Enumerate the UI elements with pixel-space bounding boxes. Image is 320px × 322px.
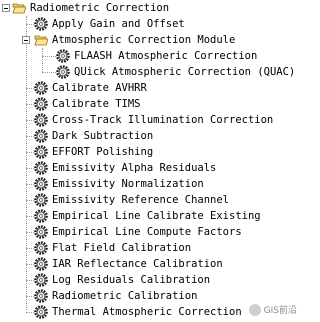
tree-branch-line	[26, 88, 34, 89]
tree-branch-line	[26, 168, 34, 169]
gear-icon	[34, 209, 48, 223]
tree-item-label: Dark Subtraction	[52, 130, 154, 142]
tree-item-label: Radiometric Calibration	[52, 290, 198, 302]
tree-item-flaash-atmospheric-correction[interactable]: FLAASH Atmospheric Correction	[56, 48, 257, 64]
tree-item-label: Empirical Line Calibrate Existing	[52, 210, 261, 222]
tree-item-label: Emissivity Normalization	[52, 178, 204, 190]
tree-item-label: Radiometric Correction	[30, 2, 170, 14]
tree-item-empirical-line-compute-factors[interactable]: Empirical Line Compute Factors	[34, 224, 242, 240]
tree-branch-line	[26, 264, 34, 265]
atmospheric-module-collapse-toggle[interactable]	[22, 36, 30, 44]
tree-item-label: Cross-Track Illumination Correction	[52, 114, 274, 126]
tree-item-calibrate-avhrr[interactable]: Calibrate AVHRR	[34, 80, 147, 96]
tree-item-quick-atmospheric-correction[interactable]: QUick Atmospheric Correction (QUAC)	[56, 64, 295, 80]
tree-item-label: Calibrate AVHRR	[52, 82, 147, 94]
folder-open-icon	[34, 35, 48, 46]
tree-branch-line	[26, 184, 34, 185]
tree-item-label: Emissivity Reference Channel	[52, 194, 230, 206]
tree-item-iar-reflectance-calibration[interactable]: IAR Reflectance Calibration	[34, 256, 223, 272]
gear-icon	[34, 113, 48, 127]
gear-icon	[34, 289, 48, 303]
gear-icon	[34, 225, 48, 239]
tree-branch-line	[26, 24, 34, 25]
gear-icon	[56, 65, 70, 79]
tree-branch-line	[26, 136, 34, 137]
tree-item-atmospheric-correction-module[interactable]: Atmospheric Correction Module	[34, 32, 235, 48]
gear-icon	[34, 257, 48, 271]
tree-item-label: Atmospheric Correction Module	[52, 34, 236, 46]
tree-item-flat-field-calibration[interactable]: Flat Field Calibration	[34, 240, 191, 256]
folder-open-icon	[12, 3, 26, 14]
tree-item-label: QUick Atmospheric Correction (QUAC)	[74, 66, 296, 78]
watermark-text: GIS前沿	[263, 306, 297, 316]
tree-branch-line	[42, 56, 56, 57]
tree-item-label: Thermal Atmospheric Correction	[52, 306, 242, 318]
tree-item-thermal-atmospheric-correction[interactable]: Thermal Atmospheric Correction	[34, 304, 242, 320]
tree-item-label: Apply Gain and Offset	[52, 18, 185, 30]
tree-item-effort-polishing[interactable]: EFFORT Polishing	[34, 144, 153, 160]
gear-icon	[34, 241, 48, 255]
tree-item-emissivity-normalization[interactable]: Emissivity Normalization	[34, 176, 204, 192]
tree-item-label: IAR Reflectance Calibration	[52, 258, 223, 270]
wechat-logo-icon	[248, 303, 261, 316]
tree-guide-line	[42, 48, 43, 72]
gear-icon	[34, 305, 48, 319]
tree-branch-line	[26, 312, 34, 313]
gear-icon	[56, 49, 70, 63]
tree-item-calibrate-tims[interactable]: Calibrate TIMS	[34, 96, 141, 112]
gear-icon	[34, 273, 48, 287]
tree-item-label: Empirical Line Compute Factors	[52, 226, 242, 238]
watermark: GIS前沿	[248, 303, 297, 316]
tree-item-log-residuals-calibration[interactable]: Log Residuals Calibration	[34, 272, 210, 288]
gear-icon	[34, 17, 48, 31]
tree-branch-line	[26, 232, 34, 233]
tree-item-label: Emissivity Alpha Residuals	[52, 162, 217, 174]
gear-icon	[34, 177, 48, 191]
tree-item-radiometric-correction[interactable]: Radiometric Correction	[12, 0, 169, 16]
gear-icon	[34, 97, 48, 111]
gear-icon	[34, 145, 48, 159]
tree-branch-line	[26, 120, 34, 121]
tree-branch-line	[26, 200, 34, 201]
gear-icon	[34, 81, 48, 95]
tree-item-label: FLAASH Atmospheric Correction	[74, 50, 258, 62]
tree-branch-line	[26, 280, 34, 281]
root-collapse-toggle[interactable]	[2, 4, 10, 12]
tree-branch-line	[26, 152, 34, 153]
tree-guide-line	[26, 16, 27, 310]
tree-item-radiometric-calibration[interactable]: Radiometric Calibration	[34, 288, 197, 304]
tree-item-label: Flat Field Calibration	[52, 242, 192, 254]
tree-branch-line	[42, 72, 56, 73]
tree-branch-line	[26, 296, 34, 297]
tree-branch-line	[26, 248, 34, 249]
tree-item-label: Calibrate TIMS	[52, 98, 141, 110]
tree-item-apply-gain-and-offset[interactable]: Apply Gain and Offset	[34, 16, 185, 32]
tree-item-emissivity-alpha-residuals[interactable]: Emissivity Alpha Residuals	[34, 160, 216, 176]
tree-branch-line	[26, 104, 34, 105]
tree-item-label: EFFORT Polishing	[52, 146, 154, 158]
gear-icon	[34, 129, 48, 143]
tree-item-dark-subtraction[interactable]: Dark Subtraction	[34, 128, 153, 144]
gear-icon	[34, 193, 48, 207]
tree-branch-line	[26, 216, 34, 217]
tree-item-emissivity-reference-channel[interactable]: Emissivity Reference Channel	[34, 192, 229, 208]
tree-item-empirical-line-calibrate-existing[interactable]: Empirical Line Calibrate Existing	[34, 208, 261, 224]
tree-item-label: Log Residuals Calibration	[52, 274, 211, 286]
tree-item-cross-track-illumination-correction[interactable]: Cross-Track Illumination Correction	[34, 112, 273, 128]
gear-icon	[34, 161, 48, 175]
